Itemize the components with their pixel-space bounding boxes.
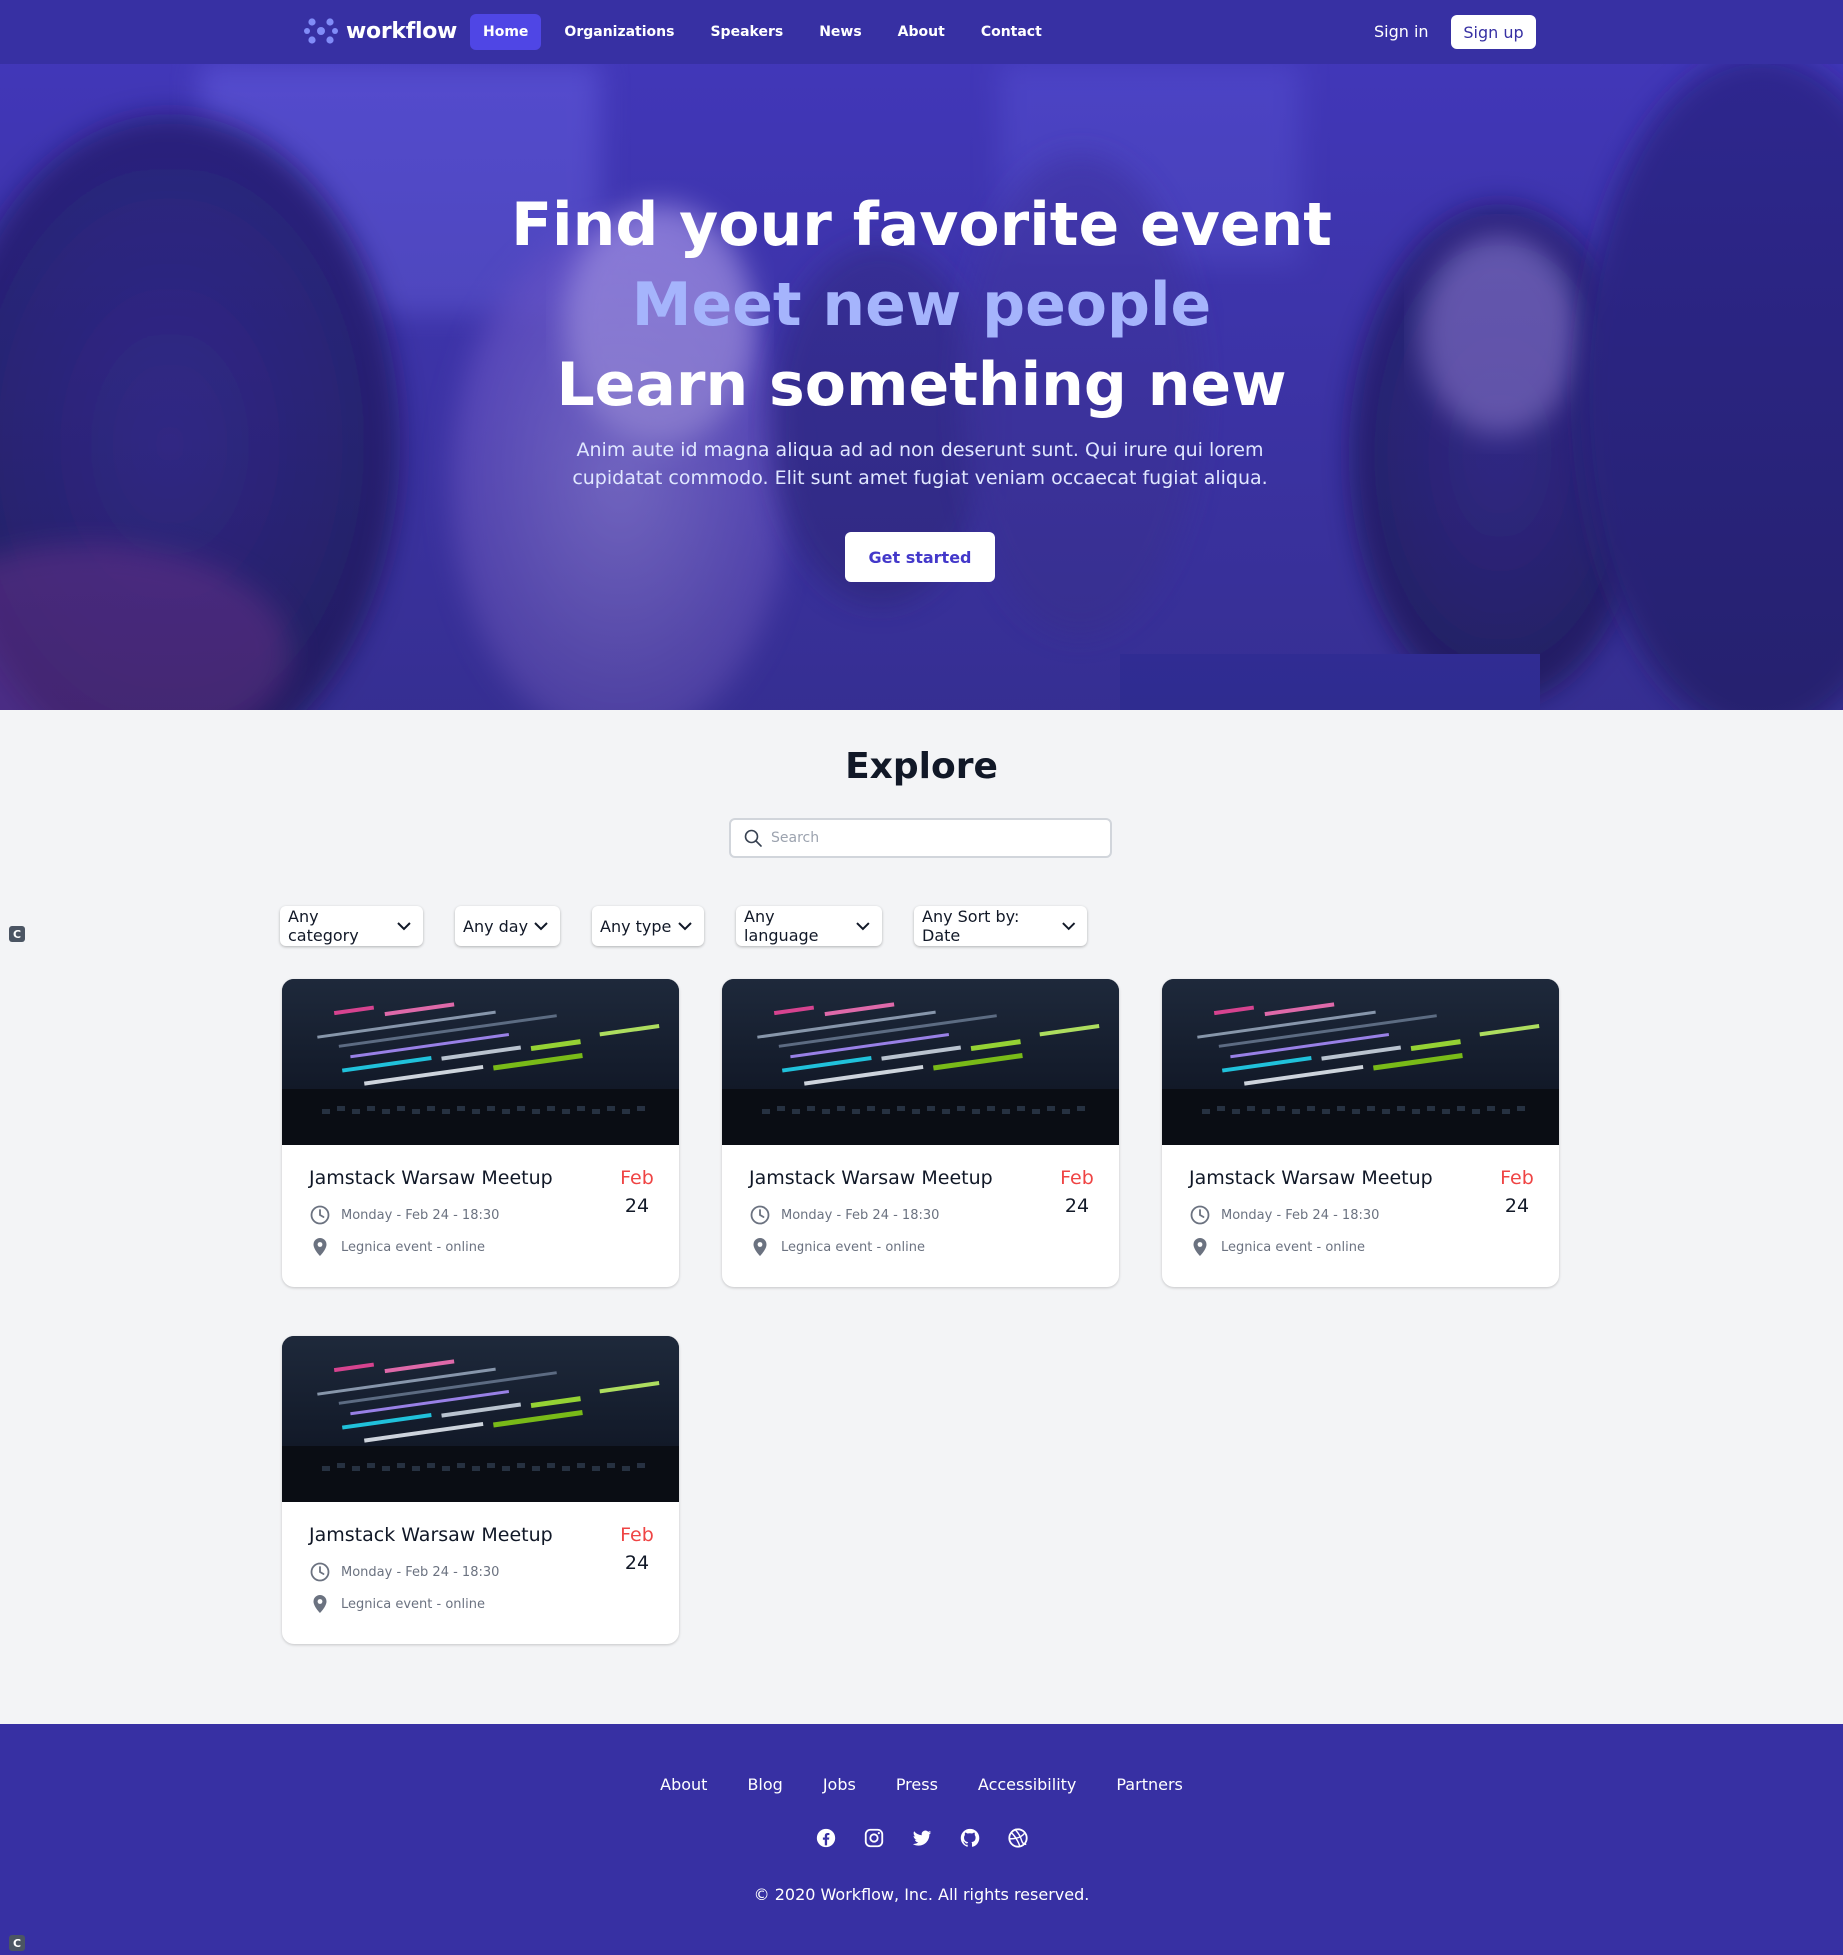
explore-heading: Explore xyxy=(845,746,998,787)
sign-up-button[interactable]: Sign up xyxy=(1451,15,1536,49)
nav-link-contact[interactable]: Contact xyxy=(968,14,1055,50)
workflow-logo-icon xyxy=(304,18,338,44)
nav-link-organizations[interactable]: Organizations xyxy=(551,14,687,50)
event-title[interactable]: Jamstack Warsaw Meetup xyxy=(749,1167,993,1189)
event-cover-image xyxy=(282,979,679,1145)
search-icon xyxy=(744,829,762,847)
instagram-icon[interactable] xyxy=(863,1827,885,1849)
event-cover-image xyxy=(722,979,1119,1145)
event-card[interactable]: Jamstack Warsaw Meetup Feb 24 Monday - Feb … xyxy=(282,1336,679,1644)
event-day: 24 xyxy=(1504,1195,1530,1217)
type-filter[interactable]: Any type xyxy=(592,906,704,946)
category-filter[interactable]: Any category xyxy=(280,906,423,946)
github-icon[interactable] xyxy=(959,1827,981,1849)
nav-links: Home Organizations Speakers News About C… xyxy=(470,14,1055,50)
brand[interactable]: workflow xyxy=(304,14,457,48)
hero-heading-line-1: Find your favorite event xyxy=(511,190,1332,260)
event-month: Feb xyxy=(620,1524,654,1546)
chevron-down-icon xyxy=(1061,922,1075,931)
footer: About Blog Jobs Press Accessibility Part… xyxy=(0,1724,1843,1955)
event-datetime-row: Monday - Feb 24 - 18:30 xyxy=(309,1204,499,1226)
chevron-down-icon xyxy=(534,922,548,931)
footer-link-blog[interactable]: Blog xyxy=(747,1775,782,1794)
event-month: Feb xyxy=(1500,1167,1534,1189)
location-pin-icon xyxy=(313,1238,327,1256)
extension-badge-icon[interactable]: C xyxy=(9,926,25,942)
search-box xyxy=(729,818,1112,858)
event-location: Legnica event - online xyxy=(781,1239,925,1255)
event-location-row: Legnica event - online xyxy=(1189,1236,1365,1258)
top-navbar: workflow Home Organizations Speakers New… xyxy=(0,0,1843,64)
footer-links: About Blog Jobs Press Accessibility Part… xyxy=(0,1775,1843,1794)
event-card[interactable]: Jamstack Warsaw Meetup Feb 24 Monday - Feb … xyxy=(722,979,1119,1287)
chevron-down-icon xyxy=(678,922,692,931)
clock-icon xyxy=(310,1562,330,1582)
location-pin-icon xyxy=(753,1238,767,1256)
event-location: Legnica event - online xyxy=(341,1239,485,1255)
dribbble-icon[interactable] xyxy=(1007,1827,1029,1849)
category-filter-label: Any category xyxy=(288,907,359,945)
brand-name: workflow xyxy=(346,18,458,44)
location-pin-icon xyxy=(313,1595,327,1613)
copyright-text: © 2020 Workflow, Inc. All rights reserve… xyxy=(753,1885,1090,1904)
event-month: Feb xyxy=(620,1167,654,1189)
event-cover-image xyxy=(282,1336,679,1502)
event-day: 24 xyxy=(624,1552,650,1574)
hero-heading-line-3: Learn something new xyxy=(556,350,1287,420)
event-location: Legnica event - online xyxy=(341,1596,485,1612)
event-location-row: Legnica event - online xyxy=(309,1236,485,1258)
nav-link-home[interactable]: Home xyxy=(470,14,542,50)
hero-heading-line-2: Meet new people xyxy=(631,270,1212,340)
location-pin-icon xyxy=(1193,1238,1207,1256)
event-datetime-row: Monday - Feb 24 - 18:30 xyxy=(1189,1204,1379,1226)
event-datetime-row: Monday - Feb 24 - 18:30 xyxy=(309,1561,499,1583)
footer-link-partners[interactable]: Partners xyxy=(1116,1775,1182,1794)
event-title[interactable]: Jamstack Warsaw Meetup xyxy=(1189,1167,1433,1189)
event-cover-image xyxy=(1162,979,1559,1145)
language-filter[interactable]: Any language xyxy=(736,906,882,946)
event-card[interactable]: Jamstack Warsaw Meetup Feb 24 Monday - Feb … xyxy=(282,979,679,1287)
event-month: Feb xyxy=(1060,1167,1094,1189)
event-location-row: Legnica event - online xyxy=(309,1593,485,1615)
social-links xyxy=(0,1827,1843,1849)
footer-link-press[interactable]: Press xyxy=(896,1775,938,1794)
sort-filter[interactable]: Any Sort by: Date xyxy=(914,906,1087,946)
type-filter-label: Any type xyxy=(600,916,672,936)
footer-link-accessibility[interactable]: Accessibility xyxy=(978,1775,1076,1794)
nav-link-about[interactable]: About xyxy=(885,14,958,50)
extension-badge-icon[interactable]: C xyxy=(9,1935,25,1951)
hero-section: Find your favorite event Meet new people… xyxy=(0,64,1843,710)
event-datetime-row: Monday - Feb 24 - 18:30 xyxy=(749,1204,939,1226)
twitter-icon[interactable] xyxy=(911,1827,933,1849)
event-day: 24 xyxy=(1064,1195,1090,1217)
event-datetime: Monday - Feb 24 - 18:30 xyxy=(341,1207,500,1223)
event-location: Legnica event - online xyxy=(1221,1239,1365,1255)
event-title[interactable]: Jamstack Warsaw Meetup xyxy=(309,1167,553,1189)
hero-subtitle: Anim aute id magna aliqua ad ad non dese… xyxy=(572,439,1268,489)
clock-icon xyxy=(310,1205,330,1225)
facebook-icon[interactable] xyxy=(815,1827,837,1849)
chevron-down-icon xyxy=(856,922,870,931)
footer-link-about[interactable]: About xyxy=(660,1775,707,1794)
clock-icon xyxy=(750,1205,770,1225)
chevron-down-icon xyxy=(397,922,411,931)
sign-in-link[interactable]: Sign in xyxy=(1374,22,1429,41)
event-datetime: Monday - Feb 24 - 18:30 xyxy=(341,1564,500,1580)
event-datetime: Monday - Feb 24 - 18:30 xyxy=(1221,1207,1380,1223)
clock-icon xyxy=(1190,1205,1210,1225)
footer-link-jobs[interactable]: Jobs xyxy=(823,1775,856,1794)
sort-filter-label: Any Sort by: Date xyxy=(922,907,1020,945)
day-filter-label: Any day xyxy=(463,916,529,936)
nav-link-speakers[interactable]: Speakers xyxy=(697,14,796,50)
day-filter[interactable]: Any day xyxy=(455,906,560,946)
event-day: 24 xyxy=(624,1195,650,1217)
language-filter-label: Any language xyxy=(744,907,819,945)
event-datetime: Monday - Feb 24 - 18:30 xyxy=(781,1207,940,1223)
get-started-button[interactable]: Get started xyxy=(845,532,995,582)
event-location-row: Legnica event - online xyxy=(749,1236,925,1258)
nav-link-news[interactable]: News xyxy=(806,14,874,50)
event-title[interactable]: Jamstack Warsaw Meetup xyxy=(309,1524,553,1546)
search-input[interactable] xyxy=(771,830,1091,846)
event-card[interactable]: Jamstack Warsaw Meetup Feb 24 Monday - Feb … xyxy=(1162,979,1559,1287)
